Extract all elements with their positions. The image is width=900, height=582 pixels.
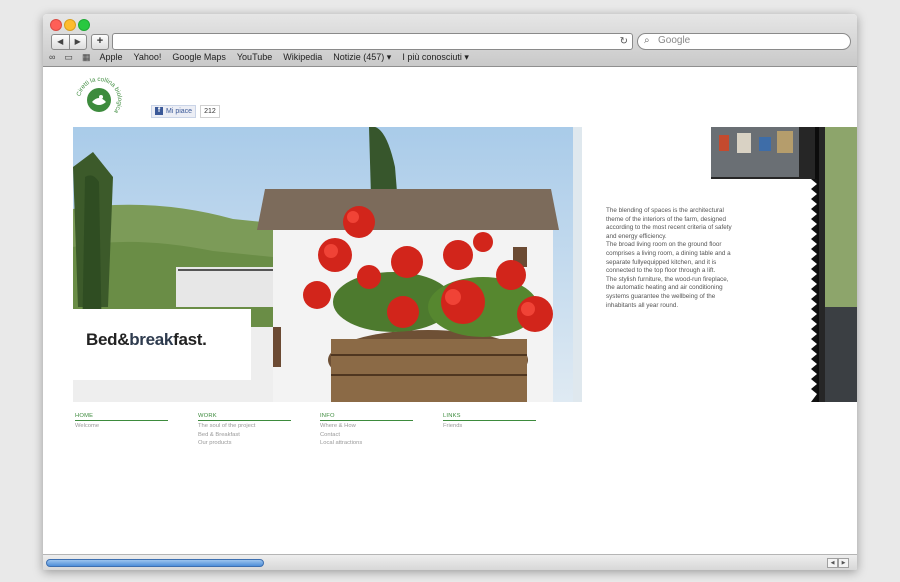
footer-column-links: LINKS Friends <box>443 413 536 430</box>
search-field[interactable]: ⌕ Google <box>637 33 851 50</box>
bookmark-item[interactable]: YouTube <box>237 52 272 62</box>
reading-list-icon[interactable]: ∞ <box>49 52 55 62</box>
bookmark-item[interactable]: Google Maps <box>172 52 226 62</box>
bed-and-breakfast-title-box: Bed&breakfast. <box>73 309 251 380</box>
facebook-like-label: Mi piace <box>166 107 193 115</box>
bookmarks-book-icon[interactable]: ▭ <box>64 52 73 63</box>
footer-link[interactable]: Contact <box>320 432 413 439</box>
scroll-arrows: ◀ ▶ <box>827 558 849 568</box>
status-bar: ◀ ▶ <box>43 554 857 570</box>
address-bar[interactable]: ↻ <box>112 33 633 50</box>
site-logo[interactable]: Ciretti la collina biologica <box>75 76 123 124</box>
footer-link[interactable]: Bed & Breakfast <box>198 432 291 439</box>
top-sites-grid-icon[interactable]: ▦ <box>82 52 91 63</box>
scroll-left-icon[interactable]: ◀ <box>827 558 838 568</box>
footer-column-info: INFO Where & How Contact Local attractio… <box>320 413 413 447</box>
close-window-button[interactable] <box>50 19 62 31</box>
footer-heading[interactable]: WORK <box>198 413 291 421</box>
facebook-like-count: 212 <box>200 104 220 118</box>
browser-window: ◀ ▶ + ↻ ⌕ Google ∞ ▭ ▦ Apple Yahoo! Goog… <box>43 14 857 570</box>
footer-nav: HOME Welcome WORK The soul of the projec… <box>75 413 555 453</box>
bookmark-item[interactable]: I più conosciuti ▾ <box>402 52 469 63</box>
horizontal-scrollbar[interactable] <box>46 559 264 567</box>
facebook-like-button[interactable]: f Mi piace <box>151 104 197 118</box>
description-panel: The blending of spaces is the architectu… <box>582 179 812 402</box>
reload-icon[interactable]: ↻ <box>620 34 628 49</box>
footer-heading[interactable]: HOME <box>75 413 168 421</box>
scroll-right-icon[interactable]: ▶ <box>838 558 849 568</box>
minimize-window-button[interactable] <box>64 19 76 31</box>
footer-link[interactable]: The soul of the project <box>198 423 291 430</box>
footer-link[interactable]: Where & How <box>320 423 413 430</box>
bookmark-item[interactable]: Apple <box>99 52 122 62</box>
forward-button[interactable]: ▶ <box>70 35 87 49</box>
page-content: Ciretti la collina biologica f Mi piace 2… <box>43 67 857 554</box>
maximize-window-button[interactable] <box>78 19 90 31</box>
nav-buttons: ◀ ▶ <box>51 34 87 50</box>
bookmark-item[interactable]: Notizie (457) ▾ <box>333 52 391 63</box>
search-placeholder: Google <box>658 35 691 46</box>
footer-link[interactable]: Welcome <box>75 423 168 430</box>
search-icon: ⌕ <box>644 35 650 46</box>
footer-column-work: WORK The soul of the project Bed & Break… <box>198 413 291 447</box>
back-button[interactable]: ◀ <box>52 35 70 49</box>
torn-edge <box>805 179 817 402</box>
browser-toolbar: ◀ ▶ + ↻ ⌕ Google ∞ ▭ ▦ Apple Yahoo! Goog… <box>43 14 857 67</box>
bookmark-item[interactable]: Yahoo! <box>133 52 161 62</box>
footer-column-home: HOME Welcome <box>75 413 168 430</box>
facebook-like-widget: f Mi piace 212 <box>151 104 220 118</box>
footer-link[interactable]: Friends <box>443 423 536 430</box>
add-bookmark-button[interactable]: + <box>91 34 109 50</box>
title-part: Bed& <box>86 330 130 349</box>
footer-link[interactable]: Local attractions <box>320 440 413 447</box>
title-part: break <box>129 330 174 349</box>
facebook-icon: f <box>155 107 163 115</box>
bookmark-item[interactable]: Wikipedia <box>283 52 322 62</box>
description-text: The blending of spaces is the architectu… <box>606 207 732 309</box>
title-part: fast. <box>173 330 207 349</box>
footer-link[interactable]: Our products <box>198 440 291 447</box>
bookmarks-bar: ∞ ▭ ▦ Apple Yahoo! Google Maps YouTube W… <box>49 51 480 63</box>
footer-heading[interactable]: LINKS <box>443 413 536 421</box>
footer-heading[interactable]: INFO <box>320 413 413 421</box>
page-title: Bed&breakfast. <box>86 330 207 350</box>
